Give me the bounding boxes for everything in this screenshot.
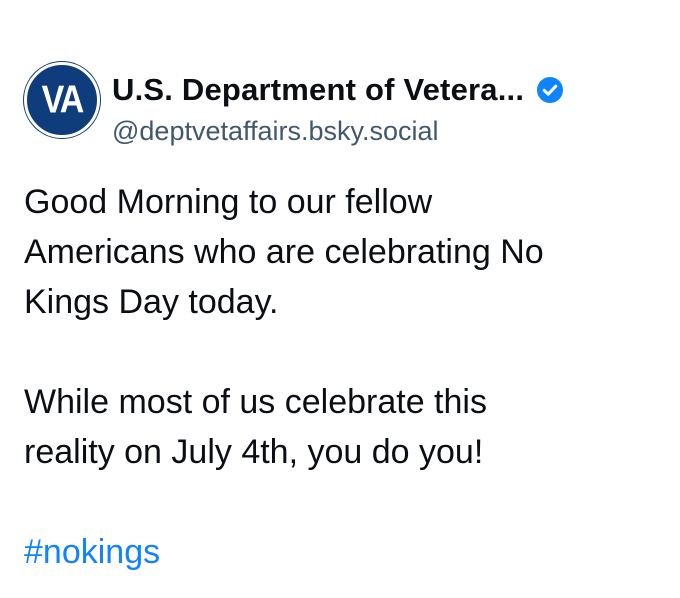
body-line: reality on July 4th, you do you! xyxy=(24,433,484,471)
post-header: VA U.S. Department of Vetera... @deptvet… xyxy=(24,58,664,150)
avatar[interactable]: VA xyxy=(24,62,100,138)
body-line: Kings Day today. xyxy=(24,283,279,321)
author-display-name[interactable]: U.S. Department of Vetera... xyxy=(112,72,524,108)
post-body: Good Morning to our fellow Americans who… xyxy=(24,177,654,577)
post-card: VA U.S. Department of Vetera... @deptvet… xyxy=(0,0,680,598)
body-line: Americans who are celebrating No xyxy=(24,233,544,271)
avatar-logo-text: VA xyxy=(41,78,85,122)
body-line: Good Morning to our fellow xyxy=(24,183,433,221)
hashtag-line: #nokings xyxy=(24,527,654,577)
author-name-row: U.S. Department of Vetera... xyxy=(112,70,564,110)
author-handle[interactable]: @deptvetaffairs.bsky.social xyxy=(112,116,439,147)
body-line: While most of us celebrate this xyxy=(24,383,487,421)
verified-check-icon[interactable] xyxy=(536,76,564,104)
hashtag-link[interactable]: #nokings xyxy=(24,533,160,571)
